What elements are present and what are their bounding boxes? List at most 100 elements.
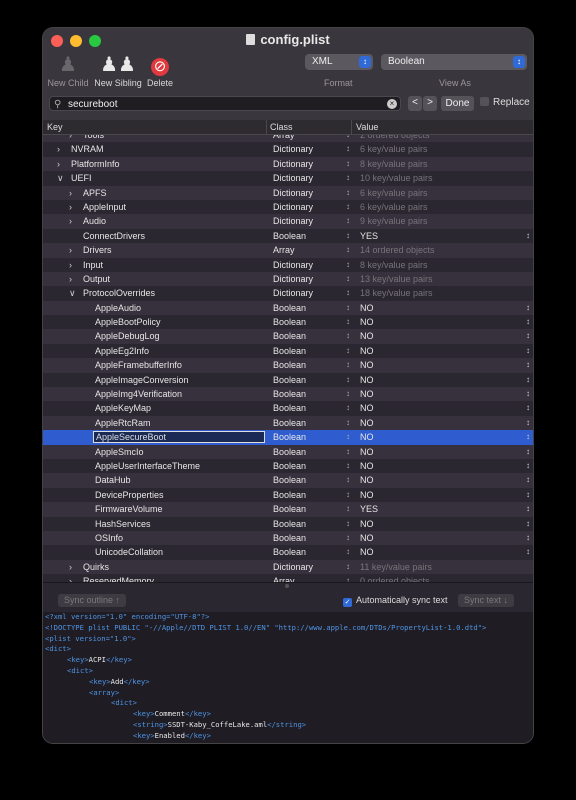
row-class[interactable]: Boolean <box>273 329 306 343</box>
row-class[interactable]: Dictionary <box>273 171 313 185</box>
row-class[interactable]: Dictionary <box>273 186 313 200</box>
row-value[interactable]: YES <box>360 502 378 516</box>
outline-row[interactable]: › Drivers Array ↕ 14 ordered objects <box>43 243 533 258</box>
column-value[interactable]: Value <box>356 122 378 132</box>
disclosure-closed-icon[interactable]: › <box>69 272 72 286</box>
clear-search-icon[interactable]: × <box>387 99 397 109</box>
value-chevron-icon[interactable]: ↕ <box>526 387 530 401</box>
previous-match-button[interactable]: < <box>408 96 422 111</box>
row-class[interactable]: Dictionary <box>273 214 313 228</box>
outline-row[interactable]: › ReservedMemory Array ↕ 0 ordered objects <box>43 574 533 582</box>
outline-row[interactable]: AppleImageConversion Boolean ↕ NO ↕ <box>43 372 533 388</box>
search-field[interactable]: ⚲ secureboot × <box>49 96 401 111</box>
outline-row[interactable]: › Tools Array ↕ 2 ordered objects <box>43 135 533 143</box>
row-class[interactable]: Boolean <box>273 358 306 372</box>
disclosure-closed-icon[interactable]: › <box>69 186 72 200</box>
row-class[interactable]: Boolean <box>273 344 306 358</box>
outline-row[interactable]: UnicodeCollation Boolean ↕ NO ↕ <box>43 545 533 560</box>
row-class[interactable]: Boolean <box>273 473 306 487</box>
row-value[interactable]: NO <box>360 329 374 343</box>
outline-row[interactable]: FirmwareVolume Boolean ↕ YES ↕ <box>43 502 533 517</box>
disclosure-closed-icon[interactable]: › <box>57 157 60 171</box>
row-class[interactable]: Boolean <box>273 488 306 502</box>
sync-text-button[interactable]: Sync text ↓ <box>458 594 515 607</box>
row-class[interactable]: Boolean <box>273 373 306 387</box>
outline-row[interactable]: AppleSmcIo Boolean ↕ NO ↕ <box>43 444 533 459</box>
disclosure-closed-icon[interactable]: › <box>69 258 72 272</box>
row-key[interactable]: AppleSecureBoot <box>93 431 265 444</box>
row-class[interactable]: Boolean <box>273 401 306 415</box>
outline-row[interactable]: › PlatformInfo Dictionary ↕ 8 key/value pair… <box>43 156 533 172</box>
value-chevron-icon[interactable]: ↕ <box>526 358 530 372</box>
row-value[interactable]: YES <box>360 229 378 243</box>
value-chevron-icon[interactable]: ↕ <box>526 473 530 487</box>
row-class[interactable]: Boolean <box>273 545 306 559</box>
outline-row[interactable]: DataHub Boolean ↕ NO ↕ <box>43 473 533 488</box>
outline-row[interactable]: AppleAudio Boolean ↕ NO ↕ <box>43 300 533 316</box>
row-value[interactable]: NO <box>360 488 374 502</box>
row-class[interactable]: Dictionary <box>273 560 313 574</box>
row-class[interactable]: Boolean <box>273 387 306 401</box>
disclosure-closed-icon[interactable]: › <box>69 243 72 257</box>
value-chevron-icon[interactable]: ↕ <box>526 545 530 559</box>
row-class[interactable]: Boolean <box>273 315 306 329</box>
outline-row[interactable]: AppleFramebufferInfo Boolean ↕ NO ↕ <box>43 358 533 373</box>
outline-row[interactable]: AppleImg4Verification Boolean ↕ NO ↕ <box>43 387 533 402</box>
outline-view[interactable]: › Tools Array ↕ 2 ordered objects › NVRAM Dicti… <box>43 135 533 582</box>
row-class[interactable]: Dictionary <box>273 286 313 300</box>
auto-sync-toggle[interactable]: ✓ Automatically sync text <box>343 595 448 607</box>
row-value[interactable]: NO <box>360 545 374 559</box>
outline-row[interactable]: AppleEg2Info Boolean ↕ NO ↕ <box>43 343 533 359</box>
outline-row[interactable]: › Output Dictionary ↕ 13 key/value pairs <box>43 271 533 287</box>
disclosure-closed-icon[interactable]: › <box>69 214 72 228</box>
disclosure-closed-icon[interactable]: › <box>69 574 72 582</box>
delete-button[interactable]: ⊘ Delete <box>145 52 175 88</box>
row-class[interactable]: Boolean <box>273 301 306 315</box>
outline-row[interactable]: ∨ ProtocolOverrides Dictionary ↕ 18 key/valu… <box>43 286 533 301</box>
value-chevron-icon[interactable]: ↕ <box>526 229 530 243</box>
outline-row[interactable]: › AppleInput Dictionary ↕ 6 key/value pairs <box>43 199 533 215</box>
column-class[interactable]: Class <box>270 122 293 132</box>
view-as-popup[interactable]: Boolean ↕ <box>381 54 527 70</box>
outline-row[interactable]: AppleSecureBoot Boolean ↕ NO ↕ <box>43 430 533 445</box>
replace-toggle[interactable]: Replace <box>480 97 530 108</box>
format-popup[interactable]: XML ↕ <box>305 54 373 70</box>
row-value[interactable]: NO <box>360 416 374 430</box>
outline-row[interactable]: › APFS Dictionary ↕ 6 key/value pairs <box>43 185 533 200</box>
row-class[interactable]: Boolean <box>273 229 306 243</box>
row-class[interactable]: Array <box>273 135 295 142</box>
value-chevron-icon[interactable]: ↕ <box>526 329 530 343</box>
disclosure-closed-icon[interactable]: › <box>69 135 72 142</box>
row-class[interactable]: Boolean <box>273 531 306 545</box>
outline-row[interactable]: DeviceProperties Boolean ↕ NO ↕ <box>43 487 533 503</box>
column-divider[interactable] <box>351 120 352 134</box>
replace-checkbox[interactable] <box>480 97 489 106</box>
value-chevron-icon[interactable]: ↕ <box>526 344 530 358</box>
row-value[interactable]: NO <box>360 315 374 329</box>
row-class[interactable]: Dictionary <box>273 142 313 156</box>
value-chevron-icon[interactable]: ↕ <box>526 531 530 545</box>
row-value[interactable]: NO <box>360 387 374 401</box>
row-value[interactable]: NO <box>360 358 374 372</box>
outline-row[interactable]: OSInfo Boolean ↕ NO ↕ <box>43 530 533 546</box>
outline-row[interactable]: › NVRAM Dictionary ↕ 6 key/value pairs <box>43 142 533 157</box>
row-value[interactable]: NO <box>360 430 374 444</box>
new-child-button[interactable]: ♟ New Child <box>47 52 89 88</box>
row-value[interactable]: NO <box>360 531 374 545</box>
outline-row[interactable]: › Input Dictionary ↕ 8 key/value pairs <box>43 257 533 272</box>
value-chevron-icon[interactable]: ↕ <box>526 301 530 315</box>
row-class[interactable]: Dictionary <box>273 200 313 214</box>
value-chevron-icon[interactable]: ↕ <box>526 416 530 430</box>
disclosure-open-icon[interactable]: ∨ <box>57 171 64 185</box>
row-class[interactable]: Boolean <box>273 430 306 444</box>
value-chevron-icon[interactable]: ↕ <box>526 517 530 531</box>
outline-row[interactable]: AppleUserInterfaceTheme Boolean ↕ NO ↕ <box>43 458 533 474</box>
outline-row[interactable]: AppleKeyMap Boolean ↕ NO ↕ <box>43 401 533 416</box>
disclosure-closed-icon[interactable]: › <box>69 200 72 214</box>
row-class[interactable]: Boolean <box>273 517 306 531</box>
row-class[interactable]: Array <box>273 574 295 582</box>
value-chevron-icon[interactable]: ↕ <box>526 445 530 459</box>
row-class[interactable]: Array <box>273 243 295 257</box>
outline-row[interactable]: AppleBootPolicy Boolean ↕ NO ↕ <box>43 315 533 330</box>
row-value[interactable]: NO <box>360 517 374 531</box>
